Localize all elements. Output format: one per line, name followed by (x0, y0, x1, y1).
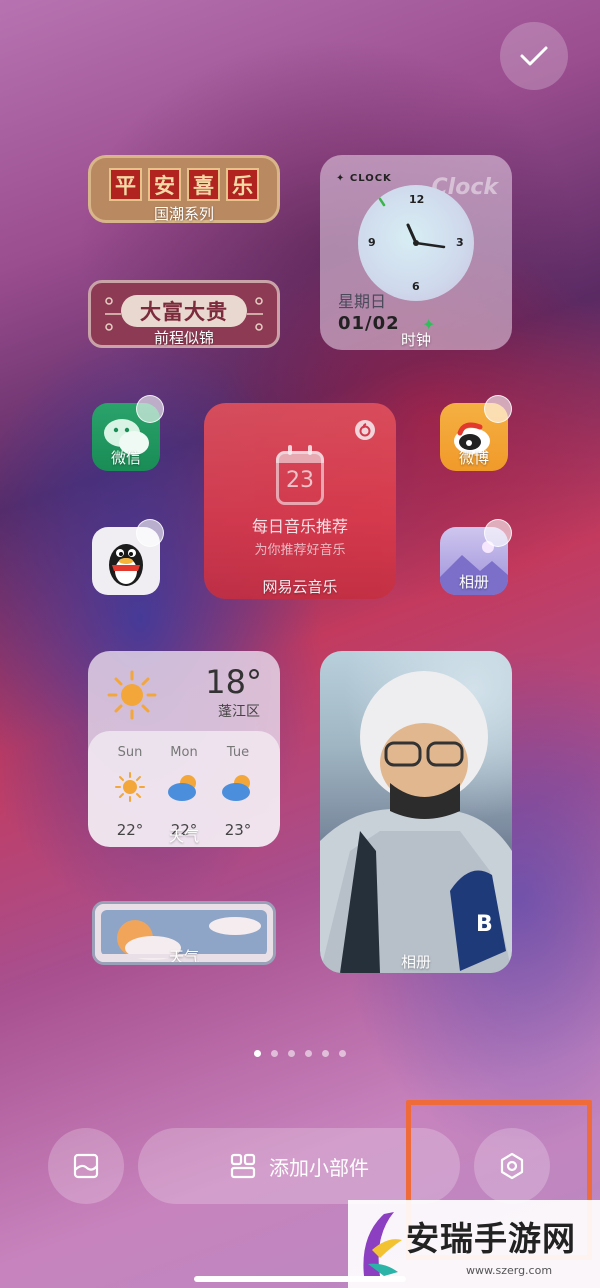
weather-small-widget[interactable]: 天气 (92, 901, 276, 965)
grid-icon (230, 1153, 256, 1179)
dafu-widget[interactable]: 大富大贵 前程似锦 (88, 280, 280, 348)
select-circle[interactable] (136, 395, 164, 423)
svg-text:B: B (476, 912, 493, 937)
app-weibo[interactable]: 微博 (440, 395, 512, 471)
pingan-char: 喜 (187, 168, 220, 201)
cloud-sun-icon (222, 775, 250, 801)
app-label: 微信 (110, 449, 141, 467)
weather-widget[interactable]: 18° 蓬江区 Sun Mon Tue 22° 22° 23° 天气 (88, 651, 280, 847)
done-button[interactable] (500, 22, 568, 90)
sun-icon (107, 670, 157, 720)
sun-icon (115, 772, 145, 802)
pingan-char: 乐 (226, 168, 259, 201)
app-wechat[interactable]: 微信 (92, 395, 164, 471)
app-qq[interactable] (92, 519, 164, 595)
app-label: 相册 (458, 573, 489, 591)
netease-music-icon (355, 420, 375, 440)
widget-label: 网易云音乐 (262, 578, 338, 596)
add-widget-label: 添加小部件 (269, 1155, 369, 1180)
watermark-logo (363, 1212, 402, 1276)
pingan-char: 平 (109, 168, 142, 201)
music-title: 每日音乐推荐 (251, 517, 348, 536)
calendar-day: 23 (286, 468, 314, 493)
calendar-icon: 23 (276, 445, 324, 505)
page-dot[interactable] (254, 1050, 261, 1057)
page-dot[interactable] (339, 1050, 346, 1057)
cloud-sun-icon (168, 775, 196, 801)
clock-face: 12 3 6 9 (358, 185, 474, 301)
music-subtitle: 为你推荐好音乐 (254, 543, 346, 558)
watermark-text: 安瑞手游网 (406, 1219, 576, 1258)
app-gallery[interactable]: 相册 (440, 519, 512, 595)
pingan-char: 安 (148, 168, 181, 201)
widget-label: 相册 (400, 953, 431, 971)
widget-label: 天气 (168, 948, 199, 965)
page-indicator[interactable] (254, 1050, 346, 1057)
app-label: 微博 (458, 449, 489, 467)
clock-widget[interactable]: ✦ CLOCK Clock 12 3 6 9 星期日 01/02 ✦ 时钟 (320, 155, 512, 350)
page-dot[interactable] (322, 1050, 329, 1057)
weather-location: 蓬江区 (218, 704, 260, 720)
widget-label: 天气 (168, 827, 199, 845)
forecast-day: Tue (226, 745, 250, 760)
watermark: 安瑞手游网 www.szerg.com (348, 1200, 600, 1288)
checkmark-icon (520, 46, 548, 66)
wallpaper-icon (73, 1153, 99, 1179)
clock-brand: ✦ CLOCK (336, 173, 392, 184)
pingan-widget[interactable]: 平 安 喜 乐 国潮系列 (88, 155, 280, 223)
photo-image: B (320, 671, 512, 973)
widget-label: 国潮系列 (153, 205, 214, 223)
dafu-banner: 大富大贵 (121, 295, 247, 327)
page-dot[interactable] (288, 1050, 295, 1057)
select-circle[interactable] (484, 395, 512, 423)
music-widget[interactable]: 23 每日音乐推荐 为你推荐好音乐 网易云音乐 (204, 403, 396, 599)
wallpaper-button[interactable] (48, 1128, 124, 1204)
forecast-day: Sun (117, 745, 143, 760)
page-dot[interactable] (271, 1050, 278, 1057)
widget-label: 时钟 (400, 331, 431, 349)
photo-widget[interactable]: B 相册 (320, 651, 512, 973)
page-dot[interactable] (305, 1050, 312, 1057)
clock-weekday: 星期日 (338, 292, 387, 311)
clock-hands (378, 197, 446, 249)
watermark-url: www.szerg.com (466, 1264, 553, 1277)
widget-label: 前程似锦 (153, 329, 214, 347)
forecast-day: Mon (170, 745, 198, 760)
select-circle[interactable] (136, 519, 164, 547)
weather-temp: 18° (205, 663, 262, 701)
select-circle[interactable] (484, 519, 512, 547)
